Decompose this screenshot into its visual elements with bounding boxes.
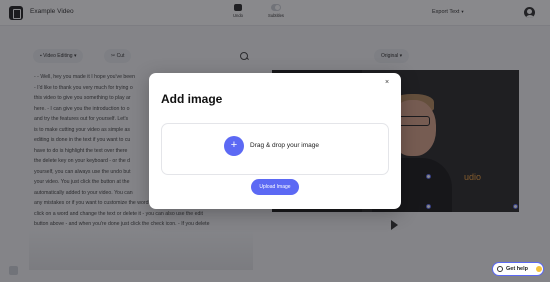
dropzone-text: Drag & drop your image [250,142,320,149]
dialog-title: Add image [161,92,223,106]
add-image-dialog: Add image × + Drag & drop your image Upl… [149,73,401,209]
get-help-label: Get help [506,266,529,272]
chat-icon [497,266,503,272]
get-help-button[interactable]: Get help [492,262,544,276]
emoji-icon [536,266,542,272]
close-icon[interactable]: × [385,79,389,87]
plus-icon[interactable]: + [224,136,244,156]
upload-image-button[interactable]: Upload Image [251,179,299,195]
image-dropzone[interactable]: + Drag & drop your image [161,123,389,175]
